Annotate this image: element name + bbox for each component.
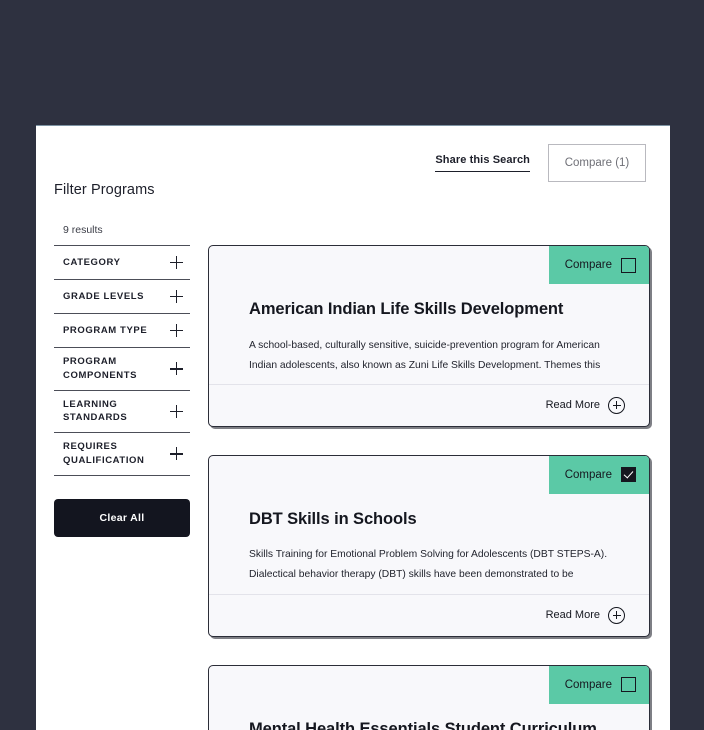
compare-label: Compare — [564, 468, 612, 481]
compare-toggle[interactable]: Compare — [548, 455, 649, 494]
results-list: Compare American Indian Life Skills Deve… — [208, 245, 652, 730]
program-title[interactable]: American Indian Life Skills Development — [249, 299, 625, 320]
plus-icon — [170, 447, 183, 461]
filter-label: LEARNING STANDARDS — [63, 398, 128, 424]
filter-label: PROGRAM COMPONENTS — [63, 356, 138, 381]
page-toolbar: Share this Search Compare (1) — [435, 144, 646, 182]
results-count: 9 results — [63, 224, 103, 236]
read-more-action[interactable]: Read More — [209, 383, 649, 426]
sidebar-item-grade-levels[interactable]: GRADE LEVELS — [54, 280, 190, 314]
clear-all-button[interactable]: Clear All — [54, 498, 190, 537]
sidebar-item-learning-standards[interactable]: LEARNING STANDARDS — [54, 391, 190, 434]
circle-plus-icon — [608, 396, 625, 414]
compare-checkbox[interactable] — [621, 257, 636, 273]
filter-label: PROGRAM TYPE — [63, 324, 148, 336]
compare-button[interactable]: Compare (1) — [548, 144, 646, 182]
filter-label: GRADE LEVELS — [63, 290, 145, 302]
filter-label: CATEGORY — [63, 256, 121, 268]
filter-sidebar: Filter Programs 9 results CATEGORY GRADE… — [54, 182, 190, 537]
filter-list: CATEGORY GRADE LEVELS PROGRAM TYPE PROGR… — [54, 245, 190, 476]
compare-checkbox[interactable] — [621, 677, 636, 693]
compare-toggle[interactable]: Compare — [548, 665, 649, 704]
plus-icon — [170, 324, 183, 337]
program-card[interactable]: Compare DBT Skills in Schools Skills Tra… — [208, 454, 650, 637]
program-card[interactable]: Compare Mental Health Essentials Student… — [208, 664, 650, 730]
screen-root: Share this Search Compare (1) Filter Pro… — [0, 0, 704, 730]
read-more-action[interactable]: Read More — [209, 593, 649, 636]
read-more-label: Read More — [545, 609, 600, 622]
page-title: Filter Programs — [54, 182, 155, 198]
sidebar-item-program-type[interactable]: PROGRAM TYPE — [54, 314, 190, 348]
plus-icon — [170, 404, 183, 418]
share-this-search-link[interactable]: Share this Search — [435, 154, 530, 172]
plus-icon — [170, 362, 183, 376]
compare-label: Compare — [564, 259, 612, 271]
sidebar-item-requires-qualification[interactable]: REQUIRES QUALIFICATION — [54, 433, 190, 476]
compare-checkbox[interactable] — [621, 467, 636, 483]
filter-label: REQUIRES QUALIFICATION — [63, 441, 145, 466]
compare-label: Compare — [564, 678, 612, 691]
circle-plus-icon — [608, 606, 625, 624]
program-card[interactable]: Compare American Indian Life Skills Deve… — [208, 245, 650, 427]
read-more-label: Read More — [545, 399, 600, 412]
program-description: A school-based, culturally sensitive, su… — [249, 339, 601, 371]
page-panel: Share this Search Compare (1) Filter Pro… — [36, 125, 670, 730]
compare-toggle[interactable]: Compare — [548, 246, 649, 284]
plus-icon — [170, 256, 183, 269]
sidebar-item-category[interactable]: CATEGORY — [54, 246, 190, 280]
program-title[interactable]: DBT Skills in Schools — [249, 509, 625, 530]
sidebar-item-program-components[interactable]: PROGRAM COMPONENTS — [54, 348, 190, 391]
program-description: Skills Training for Emotional Problem So… — [249, 549, 608, 581]
program-title[interactable]: Mental Health Essentials Student Curricu… — [249, 719, 625, 730]
plus-icon — [170, 290, 183, 303]
